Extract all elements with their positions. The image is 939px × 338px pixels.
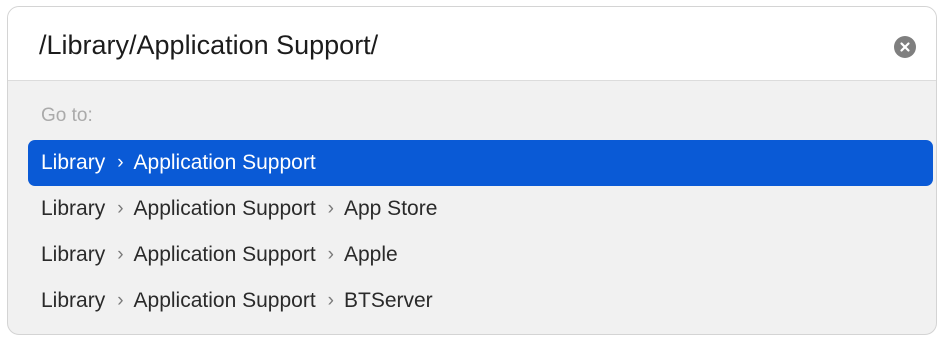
breadcrumb-part: Library: [41, 151, 106, 174]
clear-button[interactable]: [894, 36, 916, 58]
chevron-right-icon: ›: [117, 152, 124, 173]
chevron-right-icon: ›: [117, 290, 124, 311]
breadcrumb-part: Application Support: [133, 243, 316, 266]
breadcrumb-part: Application Support: [133, 197, 316, 220]
suggestion-item[interactable]: Library › Application Support › Apple: [28, 232, 933, 278]
breadcrumb-part: Application Support: [133, 289, 316, 312]
go-to-folder-dialog: Go to: Library › Application Support Lib…: [7, 6, 937, 335]
close-circle-icon: [900, 42, 910, 52]
path-input[interactable]: [39, 26, 859, 64]
chevron-right-icon: ›: [117, 244, 124, 265]
chevron-right-icon: ›: [327, 290, 334, 311]
suggestion-item[interactable]: Library › Application Support › App Stor…: [28, 186, 933, 232]
breadcrumb-part: BTServer: [343, 289, 433, 312]
chevron-right-icon: ›: [327, 244, 334, 265]
breadcrumb-part: Apple: [343, 243, 398, 266]
breadcrumb-part: Library: [41, 197, 106, 220]
suggestion-item[interactable]: Library › Application Support › BTServer: [28, 278, 933, 324]
breadcrumb-part: Library: [41, 289, 106, 312]
chevron-right-icon: ›: [117, 198, 124, 219]
breadcrumb-part: App Store: [343, 197, 438, 220]
breadcrumb-part: Application Support: [133, 151, 316, 174]
go-to-label: Go to:: [41, 105, 93, 126]
suggestion-list: Library › Application Support Library › …: [28, 140, 933, 324]
chevron-right-icon: ›: [327, 198, 334, 219]
suggestion-item[interactable]: Library › Application Support: [28, 140, 933, 186]
breadcrumb-part: Library: [41, 243, 106, 266]
path-bar: [8, 7, 936, 81]
